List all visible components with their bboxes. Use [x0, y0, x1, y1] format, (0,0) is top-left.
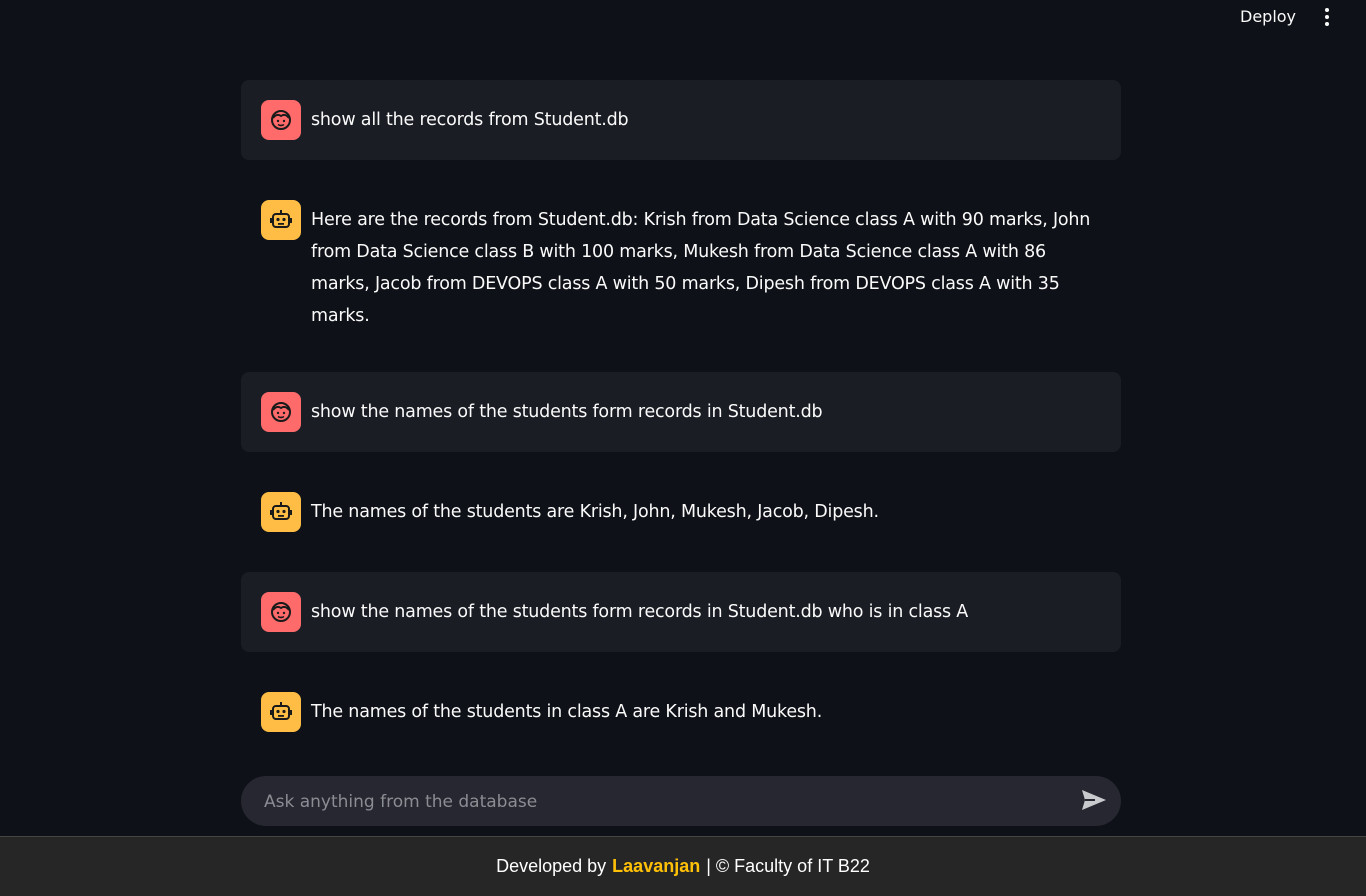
footer: Developed by Laavanjan | © Faculty of IT…	[0, 836, 1366, 896]
message-text: The names of the students are Krish, Joh…	[311, 502, 879, 522]
app-root: Deploy show all the records from Student…	[0, 0, 1366, 896]
send-arrow-icon[interactable]	[1081, 789, 1109, 813]
footer-prefix: Developed by	[496, 856, 607, 876]
chat-message-user: show the names of the students form reco…	[241, 572, 1121, 652]
chat-message-assistant: Here are the records from Student.db: Kr…	[241, 180, 1121, 352]
deploy-button[interactable]: Deploy	[1232, 6, 1304, 28]
robot-icon	[261, 692, 301, 732]
user-face-icon	[261, 100, 301, 140]
robot-icon	[261, 200, 301, 240]
user-face-icon	[261, 392, 301, 432]
top-header: Deploy	[0, 0, 1366, 34]
message-text: The names of the students in class A are…	[311, 702, 823, 722]
chat-message-assistant: The names of the students in class A are…	[241, 672, 1121, 752]
message-text: show all the records from Student.db	[311, 110, 629, 130]
message-text: Here are the records from Student.db: Kr…	[311, 210, 1091, 326]
footer-suffix: | © Faculty of IT B22	[706, 856, 870, 876]
chat-input[interactable]	[262, 776, 1066, 828]
vertical-dots-icon[interactable]	[1316, 6, 1338, 28]
chat-message-user: show all the records from Student.db	[241, 80, 1121, 160]
message-text: show the names of the students form reco…	[311, 402, 823, 422]
chat-input-container	[241, 776, 1121, 828]
robot-icon	[261, 492, 301, 532]
chat-message-assistant: The names of the students are Krish, Joh…	[241, 472, 1121, 552]
chat-container: show all the records from Student.db Her…	[241, 80, 1121, 752]
footer-author-name: Laavanjan	[612, 856, 701, 876]
user-face-icon	[261, 592, 301, 632]
chat-message-user: show the names of the students form reco…	[241, 372, 1121, 452]
message-text: show the names of the students form reco…	[311, 602, 969, 622]
